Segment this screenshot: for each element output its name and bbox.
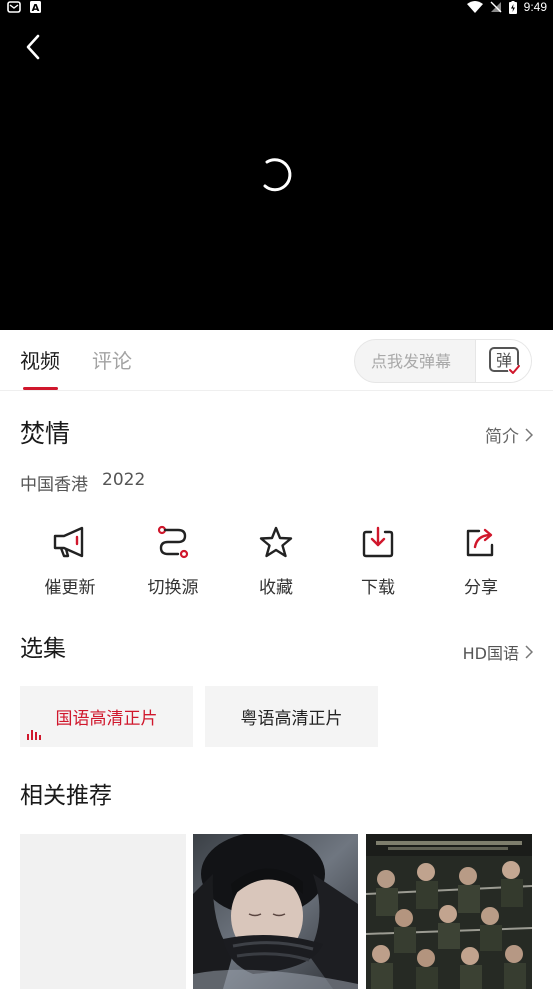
svg-text:A: A (32, 3, 40, 13)
spinner-icon (263, 158, 292, 192)
action-row: 催更新 切换源 收藏 下载 分享 (0, 522, 553, 602)
danmaku-input[interactable] (355, 340, 475, 382)
video-player[interactable]: A 9:49 (0, 0, 553, 330)
recommend-card[interactable] (366, 834, 532, 989)
playing-equalizer-icon (27, 730, 41, 740)
share-icon (466, 528, 494, 557)
notification-icon (7, 1, 21, 13)
wifi-icon (466, 1, 483, 13)
recommend-poster (193, 834, 358, 989)
recommend-title: 相关推荐 (20, 783, 112, 809)
favorite-button[interactable]: 收藏 (226, 522, 326, 598)
episode-label: 粤语高清正片 (240, 709, 343, 729)
tab-active-indicator (23, 387, 58, 390)
app-a-icon: A (30, 1, 41, 13)
recommend-poster (366, 834, 532, 989)
danmaku-icon: 弹 (488, 347, 520, 376)
episode-chip-mandarin[interactable]: 国语高清正片 (20, 686, 193, 747)
episode-source-selector[interactable]: HD国语 (463, 640, 533, 664)
switch-source-icon (157, 525, 189, 559)
back-button[interactable] (18, 32, 48, 62)
star-icon (259, 526, 293, 558)
episode-chip-cantonese[interactable]: 粤语高清正片 (205, 686, 378, 747)
danmaku-bar: 弹 (354, 339, 532, 383)
video-title: 焚情 (20, 419, 71, 448)
tab-bar: 视频 评论 弹 (0, 330, 553, 391)
chevron-right-icon (525, 645, 533, 659)
share-button[interactable]: 分享 (431, 522, 531, 598)
battery-charging-icon (508, 0, 517, 14)
urge-update-button[interactable]: 催更新 (20, 522, 120, 598)
download-button[interactable]: 下载 (328, 522, 428, 598)
meta-region: 中国香港 (20, 475, 88, 495)
share-label: 分享 (464, 578, 498, 598)
recommend-card[interactable] (20, 834, 186, 989)
download-label: 下载 (361, 578, 395, 598)
urge-update-label: 催更新 (44, 578, 96, 598)
chevron-left-icon (26, 34, 40, 60)
video-meta: 中国香港 2022 (20, 470, 145, 495)
meta-year: 2022 (102, 470, 146, 490)
tab-video[interactable]: 视频 (20, 348, 60, 374)
episode-label: 国语高清正片 (55, 709, 158, 729)
intro-link[interactable]: 简介 (485, 422, 533, 447)
status-time: 9:49 (523, 0, 547, 14)
switch-source-label: 切换源 (147, 578, 199, 598)
tab-comments[interactable]: 评论 (92, 348, 132, 374)
status-bar: A 9:49 (0, 0, 553, 14)
intro-link-label: 简介 (485, 427, 519, 447)
megaphone-icon (53, 526, 84, 558)
no-sim-icon (490, 1, 502, 13)
chevron-right-icon (525, 427, 533, 442)
switch-source-button[interactable]: 切换源 (123, 522, 223, 598)
recommend-card[interactable] (193, 834, 358, 989)
danmaku-toggle-button[interactable]: 弹 (475, 340, 531, 382)
favorite-label: 收藏 (259, 578, 293, 598)
download-icon (362, 526, 394, 558)
episodes-title: 选集 (20, 636, 66, 662)
episode-source-label: HD国语 (462, 644, 519, 663)
